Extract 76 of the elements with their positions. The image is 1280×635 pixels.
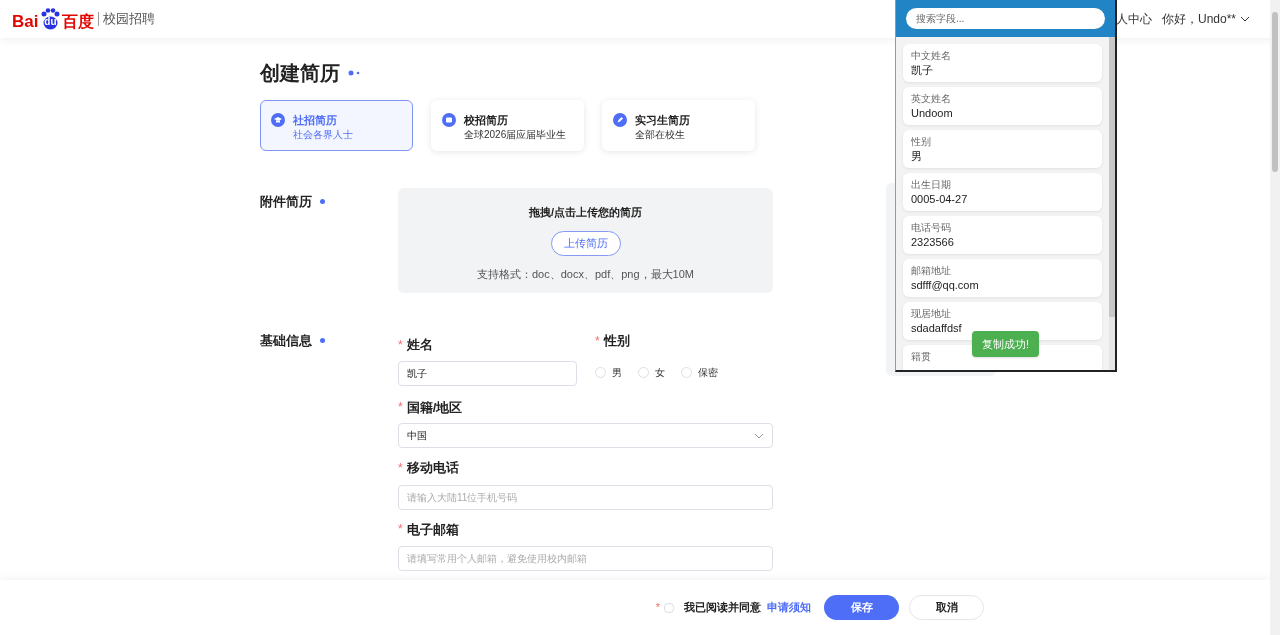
field-value: sdfff@qq.com <box>911 278 979 293</box>
resume-type-card[interactable]: 实习生简历 全部在校生 <box>602 100 755 151</box>
field-name: 出生日期 <box>911 179 951 191</box>
field-value: sdadaffdsf <box>911 321 962 336</box>
field-value: 男 <box>911 149 922 164</box>
agree-checkbox[interactable] <box>664 602 674 613</box>
required-mark: * <box>655 600 660 616</box>
card-title: 实习生简历 <box>635 113 690 127</box>
field-value: 2323566 <box>911 235 954 250</box>
radio-label: 男 <box>612 365 622 380</box>
field-label: 电子邮箱 <box>406 520 459 539</box>
copy-toast: 复制成功! <box>972 331 1039 357</box>
required-mark: * <box>398 459 403 477</box>
field-name: 电话号码 <box>911 222 951 234</box>
name-field[interactable]: 凯子 <box>398 360 577 386</box>
nav-link[interactable]: 人中心 <box>1115 10 1152 28</box>
upload-area[interactable]: 拖拽/点击上传您的简历 上传简历 支持格式：doc、docx、pdf、png，最大10M <box>398 188 773 293</box>
chevron-down-icon <box>1240 14 1250 24</box>
card-subtitle: 社会各界人士 <box>293 128 353 142</box>
required-mark: * <box>398 521 403 539</box>
upload-hint: 拖拽/点击上传您的简历 <box>528 205 643 220</box>
card-subtitle: 全部在校生 <box>635 128 686 142</box>
field-card[interactable]: 性别 男 <box>903 130 1102 168</box>
search-field[interactable]: 搜索字段... <box>906 8 1105 29</box>
required-mark: * <box>398 399 403 417</box>
field-name: 邮箱地址 <box>911 265 951 277</box>
field-card[interactable]: 电话号码 2323566 <box>903 216 1102 254</box>
field-value: 凯子 <box>911 63 933 78</box>
resume-type-card[interactable]: 社招简历 社会各界人士 <box>260 100 413 151</box>
page-title: 创建简历 <box>260 61 340 86</box>
field-label: 国籍/地区 <box>406 398 463 417</box>
panel-scrollbar[interactable] <box>1109 37 1115 370</box>
user-menu[interactable]: 你好，Undo** <box>1161 10 1250 28</box>
scrollbar[interactable] <box>1270 0 1280 635</box>
cancel-button[interactable]: 取消 <box>909 595 984 620</box>
field-card[interactable]: 邮箱地址 sdfff@qq.com <box>903 259 1102 297</box>
nationality-select[interactable]: 中国 <box>398 423 773 448</box>
graduation-cap-icon <box>271 113 285 127</box>
card-title: 社招简历 <box>293 113 338 127</box>
field-value: 0005-04-27 <box>911 192 968 207</box>
field-card[interactable]: 出生日期 0005-04-27 <box>903 173 1102 211</box>
paw-logo: du <box>39 8 62 30</box>
field-label: 性别 <box>603 332 630 350</box>
agree-text: 我已阅读并同意 <box>684 600 761 616</box>
section-title: 基础信息 <box>260 332 312 350</box>
required-mark: * <box>398 336 403 354</box>
save-button[interactable]: 保存 <box>824 595 899 620</box>
required-mark: * <box>595 332 600 350</box>
logo-latin: Bai <box>12 13 39 30</box>
section-title: 附件简历 <box>260 193 312 211</box>
field-name: 性别 <box>911 136 931 148</box>
logo-chinese: 百度 <box>62 14 95 30</box>
site-subtitle: 校园招聘 <box>103 10 156 29</box>
field-value: Undoom <box>911 106 953 121</box>
upload-button[interactable]: 上传简历 <box>550 230 621 256</box>
dots-icon <box>348 70 360 76</box>
terms-link[interactable]: 申请须知 <box>767 599 811 616</box>
field-card[interactable]: 现居地址 sdadaffdsf <box>903 302 1102 340</box>
field-name: 现居地址 <box>911 308 951 320</box>
radio-label: 女 <box>655 365 665 380</box>
field-label: 移动电话 <box>406 459 459 477</box>
field-name: 籍贯 <box>911 351 931 363</box>
field-card[interactable]: 英文姓名 Undoom <box>903 87 1102 125</box>
card-subtitle: 全球2026届应届毕业生 <box>464 128 567 142</box>
field-card[interactable]: 中文姓名 凯子 <box>903 44 1102 82</box>
field-name: 英文姓名 <box>911 93 951 105</box>
email-field[interactable]: 请填写常用个人邮箱，避免使用校内邮箱 <box>398 546 773 571</box>
field-name: 中文姓名 <box>911 50 951 62</box>
card-icon <box>442 113 456 127</box>
format-note: 支持格式：doc、docx、pdf、png，最大10M <box>477 266 694 282</box>
resume-type-card[interactable]: 校招简历 全球2026届应届毕业生 <box>431 100 584 151</box>
phone-field[interactable]: 请输入大陆11位手机号码 <box>398 484 773 510</box>
pencil-icon <box>613 113 627 127</box>
card-title: 校招简历 <box>464 113 509 127</box>
field-label: 姓名 <box>406 336 433 354</box>
radio-label: 保密 <box>698 365 718 380</box>
